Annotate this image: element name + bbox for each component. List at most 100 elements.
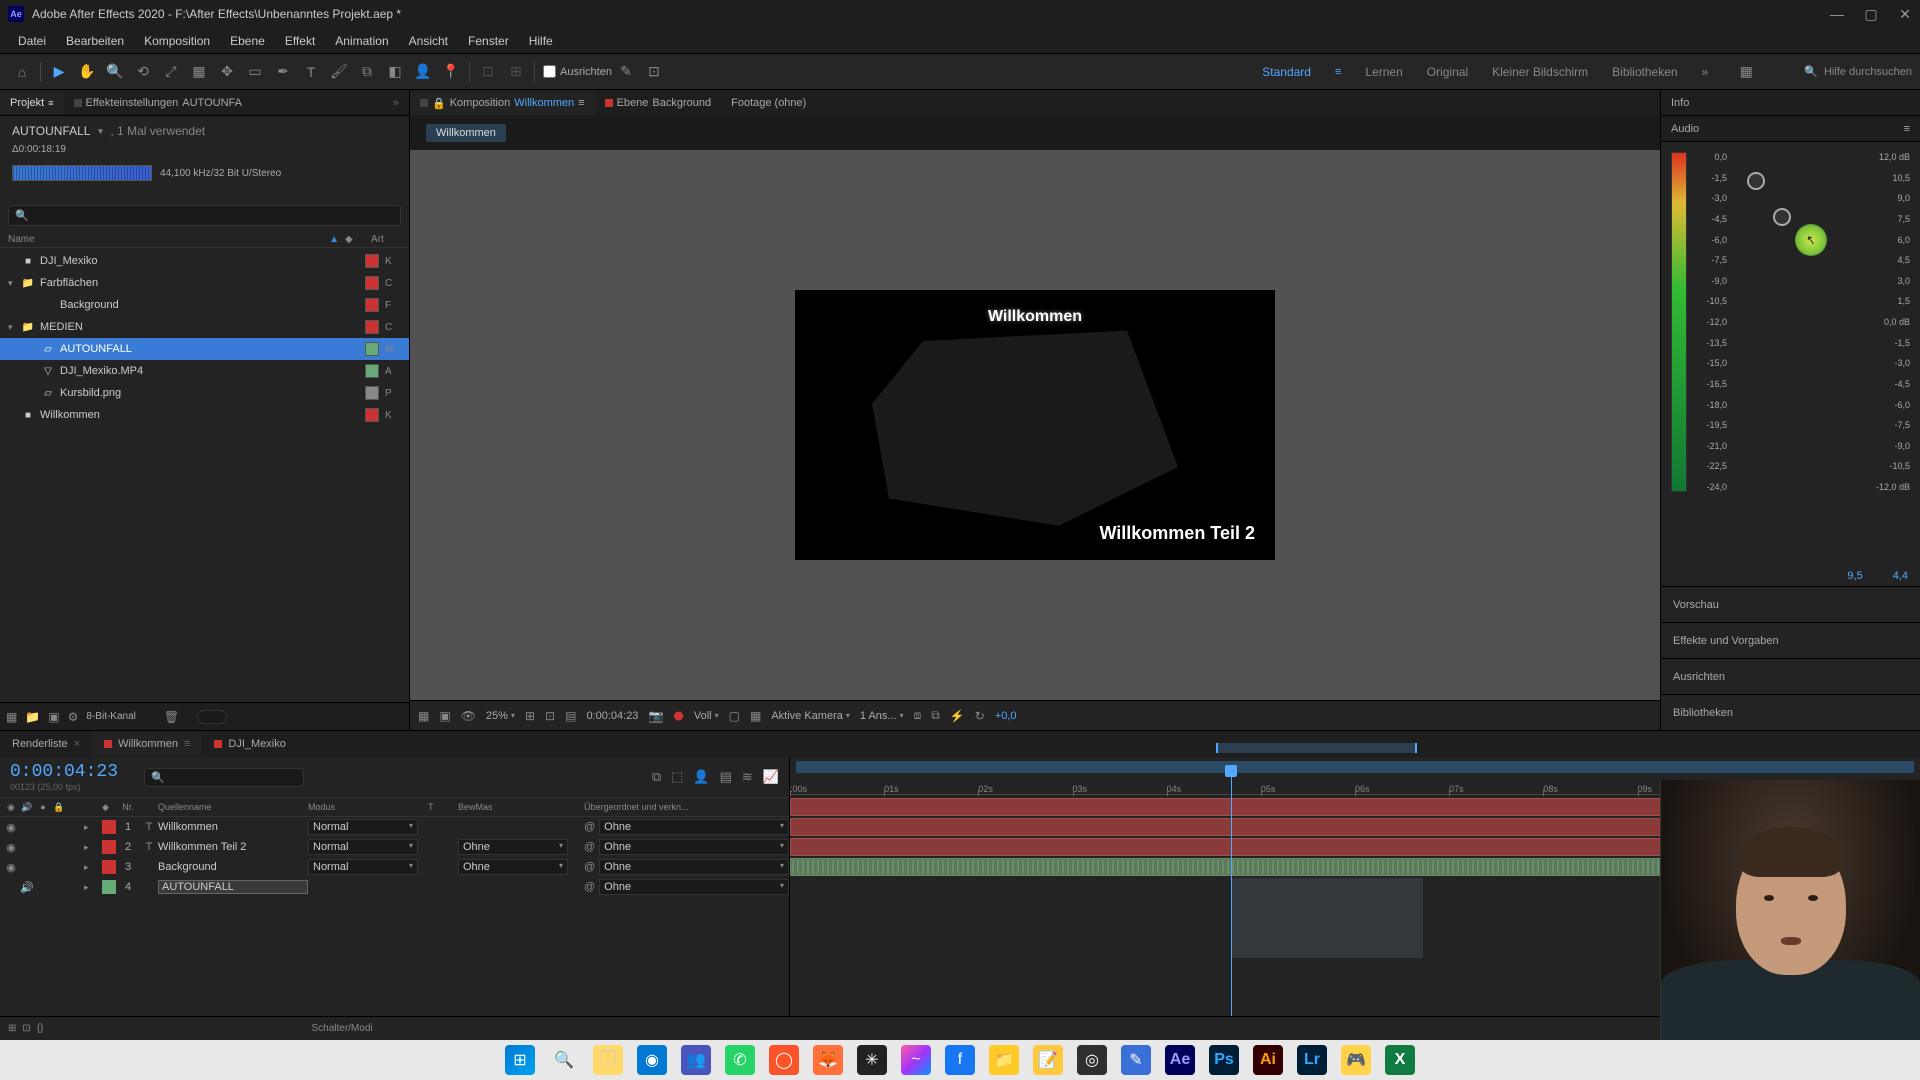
parent-dropdown[interactable]: Ohne▾ <box>599 839 789 855</box>
workspace-panel-icon[interactable]: ▦ <box>1732 58 1760 86</box>
taskbar-app-dark-icon[interactable]: ✳ <box>857 1045 887 1075</box>
col-art[interactable]: Art <box>371 234 401 245</box>
taskbar-obs-icon[interactable]: ◎ <box>1077 1045 1107 1075</box>
taskbar-whatsapp-icon[interactable]: ✆ <box>725 1045 755 1075</box>
help-search[interactable]: 🔍 Hilfe durchsuchen <box>1804 65 1912 78</box>
menu-animation[interactable]: Animation <box>325 30 398 52</box>
comp-mini-flowchart-icon[interactable]: ⧉ <box>652 769 661 785</box>
fast-preview-icon[interactable]: ⚡ <box>950 709 965 723</box>
workspace-lernen[interactable]: Lernen <box>1365 65 1402 79</box>
ruler-icon[interactable]: ▤ <box>565 709 576 723</box>
tab-composition[interactable]: 🔒 Komposition Willkommen ≡ <box>410 92 595 115</box>
work-area-bar[interactable] <box>796 761 1914 773</box>
zoom-tool-icon[interactable]: 🔍 <box>101 58 129 86</box>
trash-icon[interactable]: 🗑 <box>164 710 179 724</box>
shy-icon[interactable]: 👤 <box>693 769 709 785</box>
project-item[interactable]: ▽ DJI_Mexiko.MP4 A <box>0 360 409 382</box>
eye-icon[interactable] <box>4 881 18 894</box>
timeline-layer[interactable]: ◉ ▸ 2 T Willkommen Teil 2 Normal▾ Ohne▾ … <box>0 837 789 857</box>
frame-blend-icon[interactable]: ▤ <box>720 769 732 785</box>
panel-vorschau[interactable]: Vorschau <box>1661 586 1920 622</box>
expand-icon[interactable]: ▸ <box>78 882 89 893</box>
project-item[interactable]: ■ Willkommen K <box>0 404 409 426</box>
parent-dropdown[interactable]: Ohne▾ <box>599 819 789 835</box>
tab-layer[interactable]: Ebene Background <box>595 92 722 114</box>
audio-level-knob-l[interactable] <box>1747 172 1765 190</box>
parent-dropdown[interactable]: Ohne▾ <box>599 859 789 875</box>
workspace-standard[interactable]: Standard <box>1262 65 1311 79</box>
home-icon[interactable]: ⌂ <box>8 58 36 86</box>
taskbar-start-icon[interactable]: ⊞ <box>505 1045 535 1075</box>
panel-menu-icon[interactable]: ≡ <box>1904 123 1910 135</box>
taskbar-sticky-notes-icon[interactable]: 📝 <box>1033 1045 1063 1075</box>
speaker-icon[interactable] <box>20 861 34 874</box>
taskbar-task-view-icon[interactable]: 🗔 <box>593 1045 623 1075</box>
layer-label[interactable] <box>102 880 116 894</box>
panel-bibliotheken[interactable]: Bibliotheken <box>1661 694 1920 730</box>
taskbar-messenger-icon[interactable]: ~ <box>901 1045 931 1075</box>
snap-options-icon[interactable]: ✎ <box>612 58 640 86</box>
expand-icon[interactable]: ▸ <box>78 862 89 873</box>
interpret-footage-icon[interactable]: ▦ <box>6 710 17 724</box>
panel-ausrichten[interactable]: Ausrichten <box>1661 658 1920 694</box>
comp-duration-bar[interactable] <box>1216 743 1417 753</box>
taskbar-illustrator-icon[interactable]: Ai <box>1253 1045 1283 1075</box>
tab-project[interactable]: Projekt ≡ <box>0 92 64 114</box>
audio-panel-header[interactable]: Audio ≡ <box>1661 116 1920 142</box>
safe-icon[interactable]: ▣ <box>439 709 450 723</box>
selection-tool-icon[interactable]: ▶ <box>45 58 73 86</box>
timeline-icon[interactable]: ↻ <box>975 709 985 723</box>
timeline-layer[interactable]: 🔊 ▸ 4 AUTOUNFALL @ Ohne▾ <box>0 877 789 897</box>
taskbar-search-icon[interactable]: 🔍 <box>549 1045 579 1075</box>
project-item[interactable]: ▱ Kursbild.png P <box>0 382 409 404</box>
menu-datei[interactable]: Datei <box>8 30 56 52</box>
tab-footage[interactable]: Footage (ohne) <box>721 92 816 114</box>
eye-icon[interactable]: ◉ <box>4 841 18 854</box>
menu-fenster[interactable]: Fenster <box>458 30 519 52</box>
mode-dropdown[interactable]: Normal▾ <box>308 839 418 855</box>
track-matte-dropdown[interactable]: Ohne▾ <box>458 839 568 855</box>
project-settings-icon[interactable]: ⚙ <box>68 710 79 724</box>
workspace-kleiner[interactable]: Kleiner Bildschirm <box>1492 65 1588 79</box>
channel-icon[interactable]: ⬣ <box>673 709 683 723</box>
track-matte-dropdown[interactable]: Ohne▾ <box>458 859 568 875</box>
speaker-icon[interactable]: 🔊 <box>20 881 34 894</box>
menu-bearbeiten[interactable]: Bearbeiten <box>56 30 134 52</box>
graph-editor-icon[interactable]: 📈 <box>763 769 779 785</box>
taskbar-brave-icon[interactable]: ◯ <box>769 1045 799 1075</box>
project-item[interactable]: ▾ 📁 MEDIEN C <box>0 316 409 338</box>
pen-tool-icon[interactable]: ✒ <box>269 58 297 86</box>
transparency-icon[interactable]: ▦ <box>750 709 761 723</box>
guides-icon[interactable]: ⊡ <box>545 709 555 723</box>
taskbar-lightroom-icon[interactable]: Lr <box>1297 1045 1327 1075</box>
toggle-modes-icon[interactable]: ⊡ <box>22 1023 30 1034</box>
camera-tool-icon[interactable]: ▦ <box>185 58 213 86</box>
alpha-icon[interactable]: ▦ <box>418 709 429 723</box>
3d-icon[interactable]: ⧈ <box>914 708 922 723</box>
resolution-dropdown[interactable]: Voll ▾ <box>694 710 719 722</box>
mode-dropdown[interactable]: Normal▾ <box>308 819 418 835</box>
taskbar-explorer-icon[interactable]: 📁 <box>989 1045 1019 1075</box>
color-depth[interactable]: 8-Bit-Kanal <box>86 711 135 722</box>
timeline-timecode[interactable]: 0:00:04:23 <box>10 762 118 782</box>
info-panel-header[interactable]: Info <box>1661 90 1920 116</box>
menu-ansicht[interactable]: Ansicht <box>399 30 458 52</box>
solo-col-icon[interactable]: ● <box>36 802 50 813</box>
schalter-modi[interactable]: Schalter/Modi <box>311 1023 372 1034</box>
eye-icon[interactable]: ◉ <box>4 861 18 874</box>
taskbar-teams-icon[interactable]: 👥 <box>681 1045 711 1075</box>
draft3d-icon[interactable]: ⬚ <box>671 769 683 785</box>
roi-icon[interactable]: ▢ <box>729 709 740 723</box>
project-search-input[interactable]: 🔍 <box>8 205 401 226</box>
project-item[interactable]: ▱ AUTOUNFALL M <box>0 338 409 360</box>
project-item[interactable]: ▾ 📁 Farbflächen C <box>0 272 409 294</box>
taskbar-facebook-icon[interactable]: f <box>945 1045 975 1075</box>
speaker-icon[interactable] <box>20 821 34 834</box>
eye-col-icon[interactable]: ◉ <box>4 802 18 813</box>
snapshot-icon[interactable]: 📷 <box>648 709 663 723</box>
anchor-tool-icon[interactable]: ✥ <box>213 58 241 86</box>
taskbar-after-effects-icon[interactable]: Ae <box>1165 1045 1195 1075</box>
lock-col-icon[interactable]: 🔒 <box>52 802 66 813</box>
hand-tool-icon[interactable]: ✋ <box>73 58 101 86</box>
col-name[interactable]: Name <box>8 234 329 245</box>
